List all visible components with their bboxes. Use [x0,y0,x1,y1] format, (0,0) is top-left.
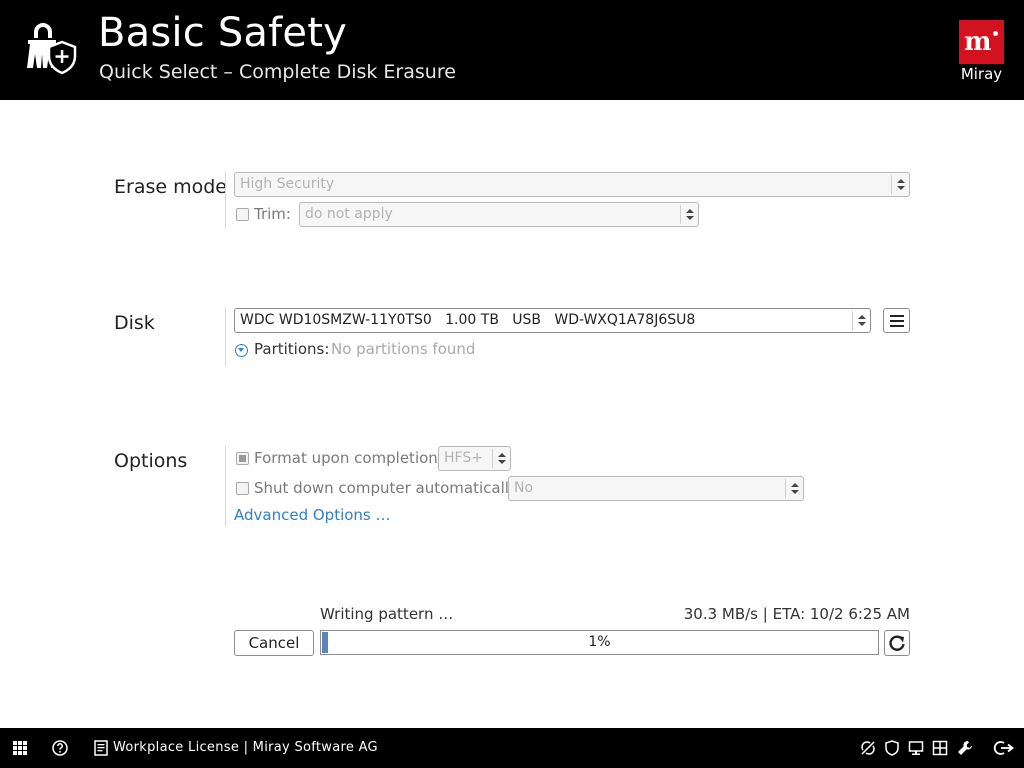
select-arrows-icon [680,205,698,224]
rate-eta-text: 30.3 MB/s | ETA: 10/2 6:25 AM [683,605,910,623]
shutdown-select[interactable]: No [508,476,804,501]
partitions-value: No partitions found [331,340,476,358]
format-select[interactable]: HFS+ [438,446,511,471]
erase-mode-select[interactable]: High Security [234,172,910,197]
exit-icon[interactable] [992,740,1014,756]
cancel-button[interactable]: Cancel [234,630,314,656]
erase-mode-heading: Erase mode [114,176,227,198]
settings-wrench-icon[interactable] [957,740,973,756]
select-arrows-icon [891,175,909,194]
format-label: Format upon completion: [254,449,443,467]
select-arrows-icon [492,449,510,468]
disk-list-button[interactable] [883,308,910,333]
shutdown-select-value: No [514,480,534,496]
progress-bar: 1% [320,630,879,655]
format-checkbox[interactable] [236,452,249,465]
network-disconnected-icon[interactable] [860,740,876,756]
trim-label: Trim: [254,205,291,223]
status-text: Writing pattern … [320,605,454,623]
trim-select-value: do not apply [305,206,393,222]
app-header: Basic Safety Quick Select – Complete Dis… [0,0,1024,100]
help-icon[interactable] [52,740,68,756]
page-title: Basic Safety [98,10,347,56]
license-document-icon[interactable] [93,740,109,756]
apps-grid-icon[interactable] [12,740,28,756]
select-arrows-icon [852,311,870,330]
basic-safety-app-icon [27,23,77,75]
trim-checkbox[interactable] [236,208,249,221]
select-arrows-icon [785,479,803,498]
shutdown-checkbox[interactable] [236,482,249,495]
shield-icon[interactable] [884,740,900,756]
disk-heading: Disk [114,312,155,334]
miray-logo-icon: m [959,20,1004,64]
disk-select-value: WDC WD10SMZW-11Y0TS0 1.00 TB USB WD-WXQ1… [240,312,696,328]
taskbar: Workplace License | Miray Software AG [0,728,1024,768]
advanced-options-link[interactable]: Advanced Options … [234,506,391,524]
page-subtitle: Quick Select – Complete Disk Erasure [99,61,456,83]
options-heading: Options [114,450,188,472]
trim-select[interactable]: do not apply [299,202,699,227]
partitions-label: Partitions: [254,340,330,358]
shutdown-label: Shut down computer automatically: [254,479,522,497]
display-icon[interactable] [908,740,924,756]
disk-divider [225,308,226,366]
erase-mode-divider [225,172,226,228]
format-select-value: HFS+ [444,450,483,466]
progress-percent: 1% [588,634,611,650]
erase-mode-select-value: High Security [240,176,335,192]
refresh-button[interactable] [884,630,910,656]
disk-select[interactable]: WDC WD10SMZW-11Y0TS0 1.00 TB USB WD-WXQ1… [234,308,871,333]
options-divider [225,446,226,526]
window-layout-icon[interactable] [932,740,948,756]
refresh-icon [889,635,905,651]
brand-name: Miray [960,65,1003,83]
expand-partitions-icon[interactable] [235,344,248,357]
license-text[interactable]: Workplace License | Miray Software AG [113,740,378,755]
miray-brand: m Miray [959,20,1004,83]
